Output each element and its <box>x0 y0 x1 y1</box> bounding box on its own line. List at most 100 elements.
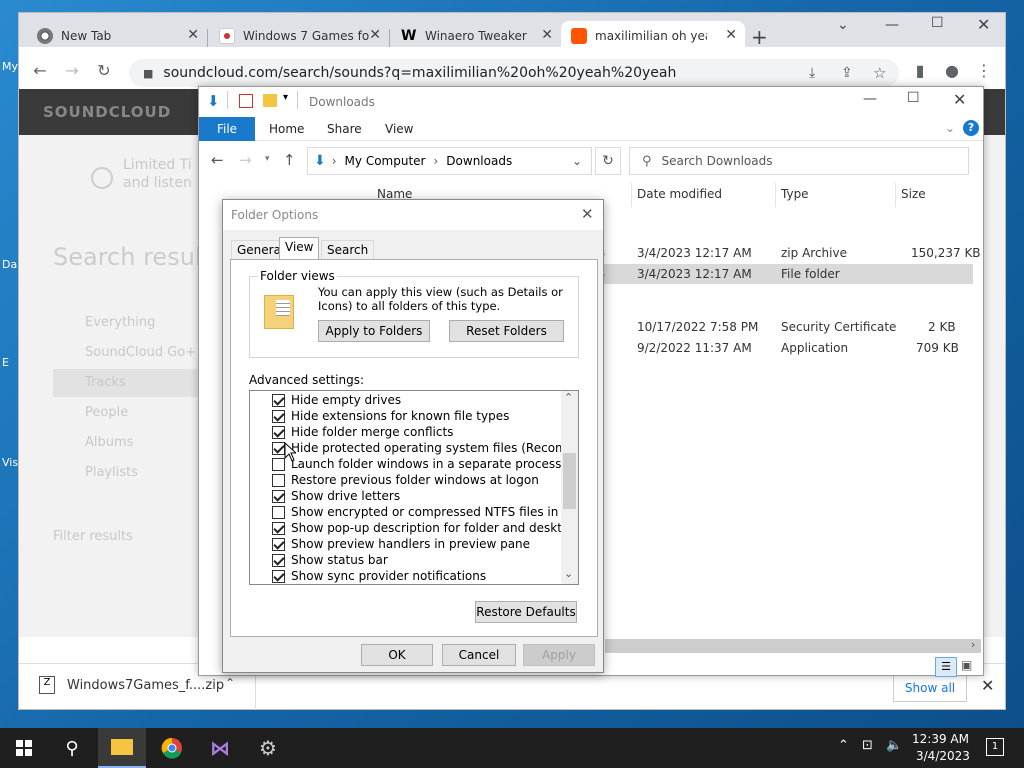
chrome-icon[interactable] <box>148 728 196 768</box>
minimize-icon[interactable]: — <box>863 91 877 107</box>
search-input[interactable]: ⚲ Search Downloads <box>629 147 969 175</box>
file-row[interactable]: 9/2/2022 11:37 AM Application 709 KB <box>583 338 973 358</box>
filter-soundcloud-go[interactable]: SoundCloud Go+ <box>85 345 196 360</box>
checkbox[interactable] <box>272 521 285 535</box>
vertical-scrollbar[interactable]: ⌃ ⌄ <box>561 391 578 584</box>
advanced-setting-item[interactable]: Hide empty drives <box>272 392 401 408</box>
forward-arrow-icon[interactable]: → <box>239 151 252 169</box>
chevron-down-icon[interactable]: ⌄ <box>572 154 582 168</box>
download-filename[interactable]: Windows7Games_f....zip <box>67 678 224 693</box>
desktop-icon-label[interactable]: My <box>2 60 18 73</box>
recent-locations-icon[interactable]: ▾ <box>265 154 270 164</box>
ribbon-tab-view[interactable]: View <box>385 122 413 136</box>
advanced-setting-item[interactable]: Hide extensions for known file types <box>272 408 509 424</box>
ribbon-expand-chevron-icon[interactable]: ⌄ <box>945 121 955 135</box>
checkbox[interactable] <box>272 489 285 503</box>
filter-everything[interactable]: Everything <box>85 315 155 330</box>
advanced-setting-item[interactable]: Restore previous folder windows at logon <box>272 472 539 488</box>
ok-button[interactable]: OK <box>361 644 433 666</box>
checkbox[interactable] <box>272 537 285 551</box>
scroll-down-arrow-icon[interactable]: ⌄ <box>564 567 573 580</box>
close-icon[interactable]: ✕ <box>369 27 381 43</box>
checkbox[interactable] <box>272 505 285 519</box>
tab-search[interactable]: Search <box>321 240 375 260</box>
start-windows-icon[interactable] <box>0 728 48 768</box>
advanced-setting-item[interactable]: Hide protected operating system files (R… <box>272 440 578 456</box>
column-header-size[interactable]: Size <box>901 187 926 201</box>
file-row-selected[interactable]: B 3/4/2023 12:17 AM File folder <box>583 264 973 284</box>
show-all-button[interactable]: Show all <box>893 674 967 702</box>
network-icon[interactable]: ⊡ <box>862 738 873 753</box>
clock-time[interactable]: 12:39 AM <box>912 732 969 746</box>
close-icon[interactable]: ✕ <box>541 27 553 43</box>
large-icons-view-icon[interactable]: ▣ <box>961 658 972 672</box>
advanced-setting-item[interactable]: Hide folder merge conflicts <box>272 424 453 440</box>
advanced-setting-item[interactable]: Show sync provider notifications <box>272 568 486 584</box>
volume-icon[interactable]: 🔈 <box>886 738 902 753</box>
quick-access-dropdown-icon[interactable]: ▾ <box>283 92 288 103</box>
up-arrow-icon[interactable]: ↑ <box>283 151 296 169</box>
desktop-icon-label[interactable]: Da <box>2 258 17 271</box>
filter-albums[interactable]: Albums <box>85 435 133 450</box>
column-header-type[interactable]: Type <box>781 187 809 201</box>
notification-icon[interactable]: 1 <box>986 738 1004 756</box>
advanced-setting-item[interactable]: Show preview handlers in preview pane <box>272 536 530 552</box>
help-icon[interactable]: ? <box>963 120 979 136</box>
visual-studio-icon[interactable]: ⋈ <box>196 728 244 768</box>
tab-search-chevron-icon[interactable]: ⌄ <box>837 17 849 33</box>
desktop-icon-label[interactable]: E <box>2 356 9 369</box>
bookmark-star-icon[interactable]: ☆ <box>873 64 886 82</box>
advanced-setting-item[interactable]: Show drive letters <box>272 488 400 504</box>
new-tab-plus-icon[interactable]: + <box>751 25 768 49</box>
refresh-icon[interactable]: ↻ <box>595 147 621 175</box>
advanced-setting-item[interactable]: Show status bar <box>272 552 388 568</box>
checkbox[interactable] <box>272 409 285 423</box>
advanced-setting-item[interactable]: Show encrypted or compressed NTFS files … <box>272 504 578 520</box>
restore-defaults-button[interactable]: Restore Defaults <box>475 601 577 623</box>
apply-button[interactable]: Apply <box>523 644 595 666</box>
chevron-up-icon[interactable]: ⌃ <box>225 676 235 690</box>
scroll-up-arrow-icon[interactable]: ⌃ <box>564 391 573 404</box>
minimize-icon[interactable]: — <box>885 17 899 33</box>
close-icon[interactable]: ✕ <box>981 676 994 695</box>
menu-kebab-icon[interactable]: ⋮ <box>973 61 995 80</box>
browser-tab[interactable]: New Tab ✕ <box>27 21 207 51</box>
reset-folders-button[interactable]: Reset Folders <box>449 320 564 342</box>
horizontal-scrollbar[interactable] <box>605 639 981 653</box>
address-bar[interactable]: ■ soundcloud.com/search/sounds?q=maxilim… <box>129 59 899 87</box>
search-icon[interactable]: ⚲ <box>48 728 96 768</box>
ribbon-tab-share[interactable]: Share <box>327 122 362 136</box>
gear-icon[interactable]: ⚙ <box>244 728 292 768</box>
file-explorer-icon[interactable] <box>98 728 146 768</box>
apply-to-folders-button[interactable]: Apply to Folders <box>318 320 430 342</box>
filter-tracks[interactable]: Tracks <box>85 375 126 390</box>
filter-people[interactable]: People <box>85 405 128 420</box>
maximize-icon[interactable]: ☐ <box>931 15 944 31</box>
back-arrow-icon[interactable]: ← <box>211 151 224 169</box>
checkbox[interactable] <box>272 569 285 583</box>
back-arrow-icon[interactable]: ← <box>29 61 51 80</box>
ribbon-tab-file[interactable]: File <box>199 117 255 141</box>
address-bar[interactable]: ⬇ › My Computer › Downloads ⌄ <box>307 147 592 175</box>
share-icon[interactable]: ⇪ <box>841 65 853 81</box>
close-icon[interactable]: ✕ <box>187 27 199 43</box>
column-header-date[interactable]: Date modified <box>637 187 722 201</box>
browser-tab-active[interactable]: maxilimilian oh yeah ✕ <box>561 21 745 51</box>
close-icon[interactable]: ✕ <box>977 15 990 34</box>
maximize-icon[interactable]: ☐ <box>907 90 920 106</box>
clock-date[interactable]: 3/4/2023 <box>916 749 970 763</box>
scroll-right-arrow-icon[interactable]: › <box>971 638 975 651</box>
install-icon[interactable]: ⤓ <box>809 65 815 81</box>
browser-tab[interactable]: Windows 7 Games fo ✕ <box>209 21 389 51</box>
properties-icon[interactable] <box>239 94 253 108</box>
reload-icon[interactable]: ↻ <box>93 61 115 80</box>
forward-arrow-icon[interactable]: → <box>61 61 83 80</box>
file-row[interactable]: 10/17/2022 7:58 PM Security Certificate … <box>583 317 973 337</box>
close-icon[interactable]: ✕ <box>953 90 966 109</box>
new-folder-icon[interactable] <box>263 94 277 107</box>
desktop-icon-label[interactable]: Vis <box>2 456 18 469</box>
checkbox[interactable] <box>272 425 285 439</box>
breadcrumb-downloads[interactable]: Downloads <box>446 154 512 168</box>
cancel-button[interactable]: Cancel <box>442 644 516 666</box>
close-icon[interactable]: ✕ <box>725 27 737 43</box>
